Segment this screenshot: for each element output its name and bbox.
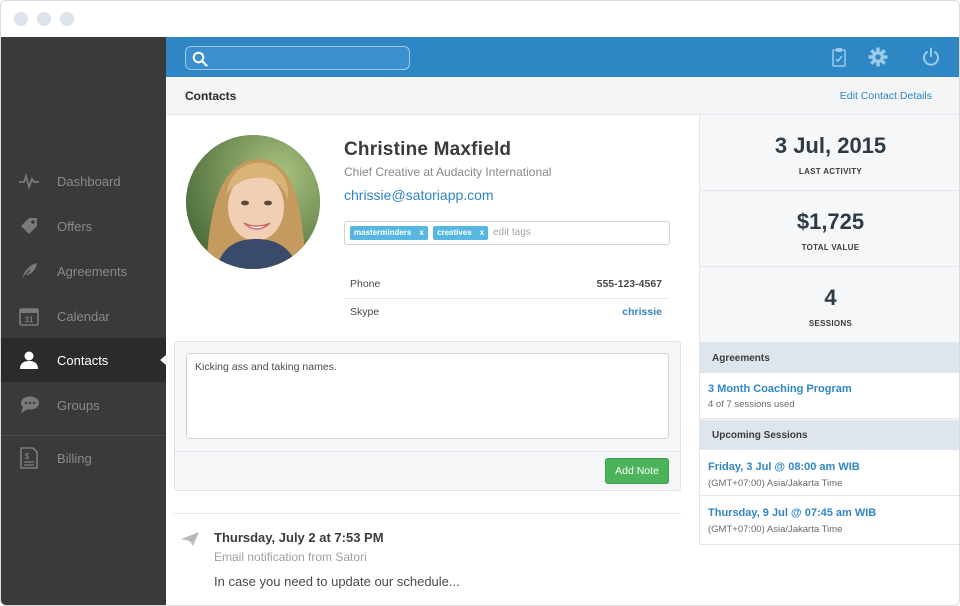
- agreement-usage: 4 of 7 sessions used: [708, 399, 795, 410]
- svg-text:$: $: [25, 452, 30, 461]
- sidebar-item-label: Contacts: [57, 352, 109, 368]
- contact-name: Christine Maxfield: [344, 139, 512, 160]
- sidebar-item-label: Billing: [57, 450, 92, 466]
- contact-main-panel: Christine Maxfield Chief Creative at Aud…: [166, 115, 699, 605]
- tag-remove-button[interactable]: x: [419, 228, 423, 237]
- phone-value: 555-123-4567: [596, 278, 662, 290]
- sidebar: Dashboard Offers Agreements 31 Calendar …: [1, 37, 166, 605]
- sidebar-item-dashboard[interactable]: Dashboard: [1, 159, 166, 203]
- sidebar-item-label: Dashboard: [57, 173, 121, 189]
- window-close-dot[interactable]: [14, 12, 28, 26]
- chat-icon: [1, 383, 57, 427]
- gear-icon[interactable]: [868, 47, 888, 72]
- sidebar-item-label: Agreements: [57, 263, 128, 279]
- tag-icon: [1, 204, 57, 248]
- paper-plane-icon: [180, 531, 200, 552]
- stat-label: TOTAL VALUE: [801, 243, 860, 252]
- avatar: [186, 135, 320, 269]
- app-window: Dashboard Offers Agreements 31 Calendar …: [0, 0, 960, 606]
- sidebar-item-offers[interactable]: Offers: [1, 204, 166, 248]
- agreements-heading: Agreements: [700, 343, 959, 373]
- stat-total-value: $1,725 TOTAL VALUE: [700, 191, 959, 267]
- sidebar-item-agreements[interactable]: Agreements: [1, 249, 166, 293]
- invoice-icon: $: [1, 436, 57, 480]
- svg-text:31: 31: [25, 316, 34, 325]
- note-divider: [175, 451, 680, 452]
- tag-remove-button[interactable]: x: [480, 228, 484, 237]
- stat-label: SESSIONS: [808, 319, 853, 328]
- phone-label: Phone: [350, 278, 381, 290]
- pulse-icon: [1, 159, 57, 203]
- tag-creatives: creatives x: [433, 226, 489, 240]
- user-icon: [1, 338, 57, 382]
- page-header: Contacts Edit Contact Details: [166, 77, 959, 115]
- sidebar-item-calendar[interactable]: 31 Calendar: [1, 294, 166, 338]
- clipboard-icon[interactable]: [832, 47, 846, 72]
- stat-label: LAST ACTIVITY: [798, 167, 863, 176]
- power-icon[interactable]: [921, 47, 941, 72]
- sidebar-item-contacts[interactable]: Contacts: [1, 338, 166, 382]
- sidebar-item-label: Calendar: [57, 308, 110, 324]
- title-bar: [1, 1, 959, 37]
- session-item[interactable]: Thursday, 9 Jul @ 07:45 am WIB (GMT+07:0…: [700, 496, 959, 544]
- session-timezone: (GMT+07:00) Asia/Jakarta Time: [708, 478, 843, 489]
- skype-row: Skype chrissie: [344, 298, 670, 326]
- feed-item-title: Thursday, July 2 at 7:53 PM: [214, 530, 384, 545]
- feed-item-subtitle: Email notification from Satori: [214, 550, 367, 564]
- session-item[interactable]: Friday, 3 Jul @ 08:00 am WIB (GMT+07:00)…: [700, 450, 959, 496]
- window-zoom-dot[interactable]: [60, 12, 74, 26]
- skype-link[interactable]: chrissie: [622, 306, 662, 318]
- stat-value: 3 Jul, 2015: [774, 133, 887, 158]
- search-input[interactable]: [185, 46, 410, 70]
- upcoming-sessions-heading: Upcoming Sessions: [700, 420, 959, 450]
- session-title-link[interactable]: Thursday, 9 Jul @ 07:45 am WIB: [708, 507, 876, 519]
- sidebar-item-label: Groups: [57, 397, 100, 413]
- top-bar: [166, 37, 959, 77]
- stat-value: 4: [824, 285, 837, 310]
- session-timezone: (GMT+07:00) Asia/Jakarta Time: [708, 524, 843, 535]
- sidebar-item-label: Offers: [57, 218, 93, 234]
- search-icon: [192, 51, 208, 67]
- phone-row: Phone 555-123-4567: [344, 270, 670, 298]
- contact-job-title: Chief Creative at Audacity International: [344, 165, 552, 179]
- edit-contact-link[interactable]: Edit Contact Details: [840, 90, 932, 102]
- feather-icon: [1, 249, 57, 293]
- tag-masterminders: masterminders x: [350, 226, 428, 240]
- add-note-button[interactable]: Add Note: [605, 458, 669, 484]
- stat-last-activity: 3 Jul, 2015 LAST ACTIVITY: [700, 115, 959, 191]
- calendar-icon: 31: [1, 294, 57, 338]
- sidebar-item-groups[interactable]: Groups: [1, 383, 166, 427]
- tags-input[interactable]: masterminders x creatives x edit tags: [344, 221, 670, 245]
- agreement-title-link[interactable]: 3 Month Coaching Program: [708, 383, 852, 395]
- stat-value: $1,725: [796, 209, 865, 234]
- session-title-link[interactable]: Friday, 3 Jul @ 08:00 am WIB: [708, 461, 860, 473]
- agreement-item[interactable]: 3 Month Coaching Program 4 of 7 sessions…: [700, 373, 959, 419]
- stat-sessions: 4 SESSIONS: [700, 267, 959, 343]
- feed-divider: [174, 513, 681, 514]
- sidebar-item-billing[interactable]: $ Billing: [1, 436, 166, 480]
- feed-item-body: In case you need to update our schedule.…: [214, 574, 460, 589]
- page-title: Contacts: [185, 89, 237, 103]
- window-minimize-dot[interactable]: [37, 12, 51, 26]
- contact-stats-panel: 3 Jul, 2015 LAST ACTIVITY $1,725 TOTAL V…: [699, 115, 959, 545]
- note-textarea[interactable]: Kicking ass and taking names.: [186, 353, 669, 439]
- contact-email-link[interactable]: chrissie@satoriapp.com: [344, 187, 494, 203]
- tags-placeholder: edit tags: [493, 227, 531, 238]
- skype-label: Skype: [350, 306, 380, 318]
- note-form: Kicking ass and taking names. Add Note: [174, 341, 681, 491]
